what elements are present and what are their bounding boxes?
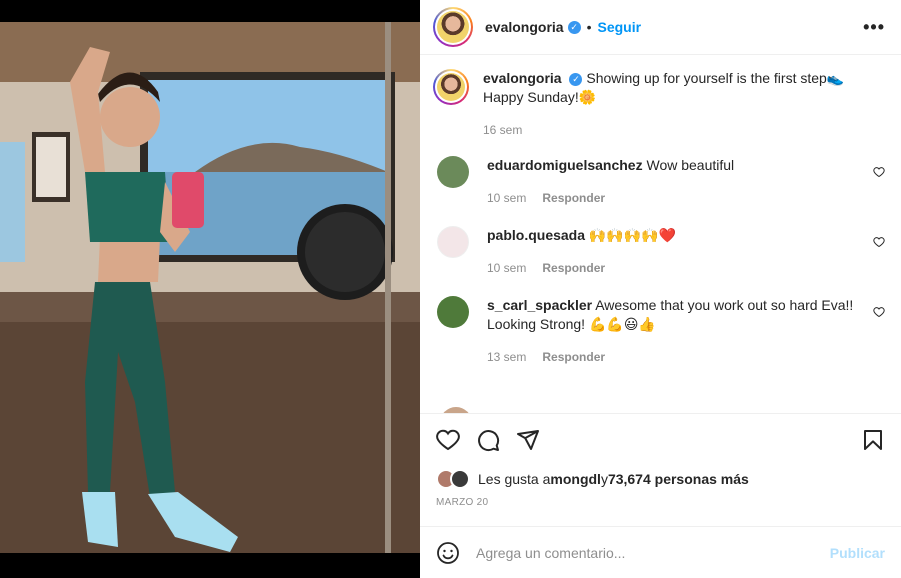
caption-avatar[interactable] (433, 69, 469, 105)
follow-button[interactable]: Seguir (598, 19, 642, 35)
post-header: evalongoria ✓ • Seguir ••• (420, 0, 901, 55)
caption-time: 16 sem (483, 123, 523, 137)
comment-time: 10 sem (487, 191, 527, 205)
comment-item: pablo.quesada 🙌🙌🙌🙌❤️ 10 sem Responder (433, 226, 885, 278)
post-caption: evalongoria ✓ Showing up for yourself is… (433, 69, 885, 140)
like-comment-heart-icon[interactable] (873, 236, 885, 248)
more-options-icon[interactable]: ••• (863, 17, 885, 38)
liker-username[interactable]: mongdl (550, 471, 601, 487)
likes-count[interactable]: 73,674 personas más (608, 471, 749, 487)
comment-item: s_carl_spackler Awesome that you work ou… (433, 296, 885, 367)
post-sidebar: evalongoria ✓ • Seguir ••• evalongoria ✓… (420, 0, 901, 578)
comment-username[interactable]: pablo.quesada (487, 227, 585, 243)
comment-text: Wow beautiful (646, 157, 735, 173)
author-username[interactable]: evalongoria (485, 19, 564, 35)
comment-time: 10 sem (487, 261, 527, 275)
like-comment-heart-icon[interactable] (873, 166, 885, 178)
author-avatar-image (437, 11, 469, 43)
commenter-avatar[interactable] (440, 407, 472, 413)
publish-button[interactable]: Publicar (830, 545, 885, 561)
comment-username[interactable]: s_carl_spackler (487, 297, 592, 313)
comment-text: 🙌🙌🙌🙌❤️ (588, 227, 677, 243)
likes-middle: y (600, 471, 608, 487)
commenter-avatar[interactable] (437, 296, 469, 328)
caption-username[interactable]: evalongoria (483, 70, 562, 86)
reply-button[interactable]: Responder (542, 189, 605, 208)
comments-list[interactable]: evalongoria ✓ Showing up for yourself is… (420, 55, 901, 413)
separator-dot: • (586, 19, 592, 35)
reply-button[interactable]: Responder (542, 348, 605, 367)
reply-button[interactable]: Responder (542, 259, 605, 278)
save-bookmark-icon[interactable] (861, 428, 885, 452)
comment-input[interactable] (476, 544, 830, 561)
liker-avatar (450, 469, 470, 489)
verified-badge-icon: ✓ (569, 72, 583, 86)
comment-username[interactable]: eduardomiguelsanchez (487, 157, 643, 173)
verified-badge-icon: ✓ (567, 20, 581, 34)
post-media-pane (0, 0, 420, 578)
comment-time: 13 sem (487, 350, 527, 364)
post-date: MARZO 20 (436, 497, 489, 508)
commenter-avatar[interactable] (437, 156, 469, 188)
post-photo[interactable] (0, 22, 420, 553)
like-comment-heart-icon[interactable] (873, 306, 885, 318)
author-avatar[interactable] (433, 7, 473, 47)
caption-avatar-image (437, 73, 465, 101)
liker-avatars[interactable] (436, 469, 470, 489)
comment-bubble-icon[interactable] (476, 428, 500, 452)
comment-item: eduardomiguelsanchez Wow beautiful 10 se… (433, 156, 885, 208)
emoji-smiley-icon[interactable] (436, 541, 460, 565)
post-actions-bar (420, 413, 901, 465)
share-send-icon[interactable] (516, 428, 540, 452)
post-photo-illustration (0, 22, 420, 553)
add-comment-bar: Publicar (420, 526, 901, 578)
likes-summary: Les gusta a mongdl y 73,674 personas más (420, 465, 901, 493)
like-heart-icon[interactable] (436, 428, 460, 452)
commenter-avatar[interactable] (437, 226, 469, 258)
likes-prefix: Les gusta a (478, 471, 551, 487)
